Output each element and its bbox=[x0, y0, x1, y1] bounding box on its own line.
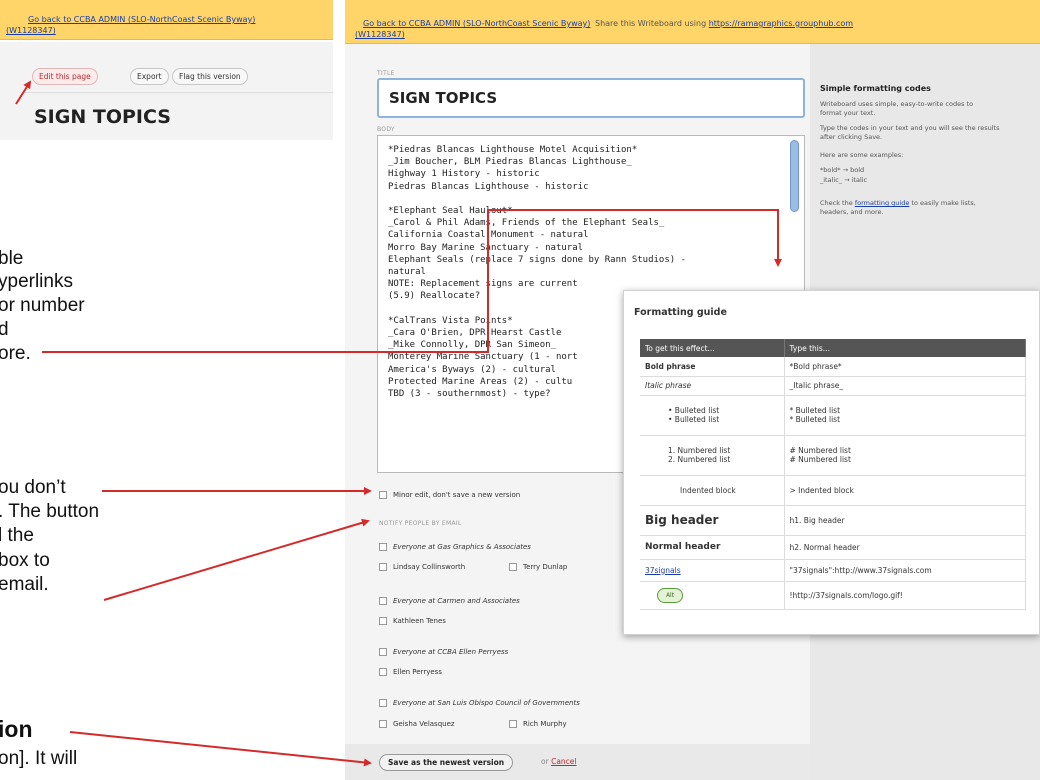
arrow-edit-button bbox=[15, 80, 32, 105]
arrow-formatting-guide bbox=[42, 209, 782, 353]
arrow-save bbox=[69, 731, 372, 767]
arrow-notify bbox=[103, 518, 370, 601]
annotation-arrows bbox=[15, 80, 782, 767]
